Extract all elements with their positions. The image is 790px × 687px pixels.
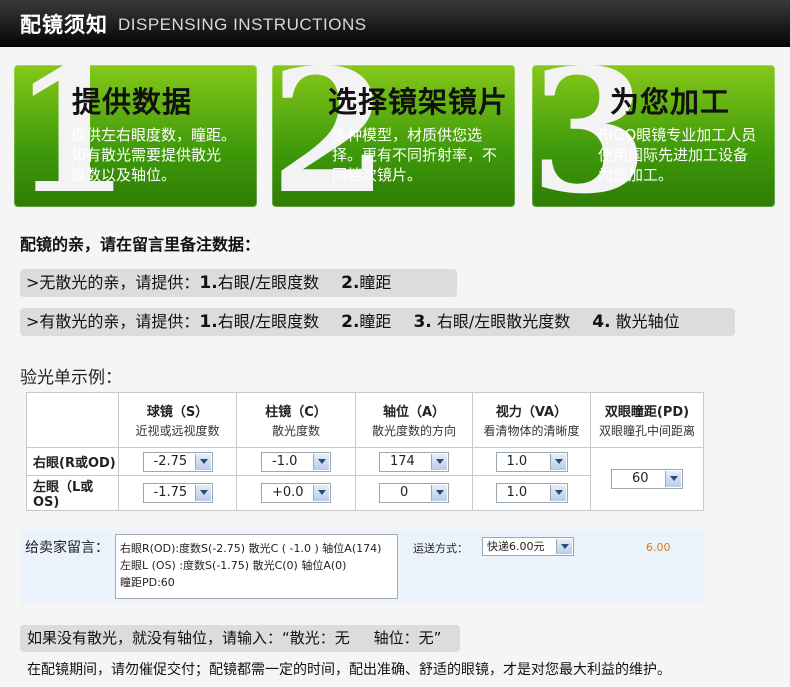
prescription-table: 球镜（S） 近视或远视度数 柱镜（C） 散光度数 轴位（A） 散光度数的方向 视力（V… xyxy=(26,392,704,511)
item-number: 4. xyxy=(592,312,611,332)
chevron-down-icon xyxy=(556,539,572,554)
instructions-title: 配镜的亲，请在留言里备注数据： xyxy=(20,235,261,254)
item-text: 右眼/左眼度数 xyxy=(217,312,320,331)
right-eye-label: 右眼(R或OD) xyxy=(26,447,119,476)
step-description: RIGO眼镜专业加工人员 使用国际先进加工设备 为您加工。 xyxy=(598,126,757,184)
header-title-en: DISPENSING INSTRUCTIONS xyxy=(118,15,367,34)
shipping-price: 6.00 xyxy=(646,541,671,554)
item-text: 右眼/左眼散光度数 xyxy=(436,312,571,331)
left-axis-select[interactable]: 0 xyxy=(379,483,449,503)
chevron-down-icon xyxy=(194,453,211,470)
page-header: 配镜须知 DISPENSING INSTRUCTIONS xyxy=(0,0,790,47)
header-axis: 轴位（A） 散光度数的方向 xyxy=(355,392,473,448)
seller-message-panel: 给卖家留言： 右眼R(OD):度数S(-2.75) 散光C ( -1.0 ) 轴… xyxy=(20,530,704,604)
chevron-down-icon xyxy=(549,485,566,501)
no-astigmatism-note: 如果没有散光，就没有轴位，请输入：“散光：无 轴位：无” xyxy=(20,625,460,652)
left-eye-label: 左眼（L或OS) xyxy=(26,475,119,511)
pd-select[interactable]: 60 xyxy=(611,469,683,489)
step-card-1: 1 提供数据 提供左右眼度数，瞳距。 如有散光需要提供散光 度数以及轴位。 xyxy=(14,65,257,207)
item-text: 散光轴位 xyxy=(615,312,680,331)
footer-notice: 在配镜期间，请勿催促交付；配镜都需一定的时间，配出准确、舒适的眼镜，才是对您最大… xyxy=(27,662,671,678)
chevron-down-icon xyxy=(194,485,211,501)
astigmatism-bar: >有散光的亲，请提供：1.右眼/左眼度数 2.瞳距 3. 右眼/左眼散光度数 4. 散… xyxy=(20,308,735,336)
no-astigmatism-bar: >无散光的亲，请提供：1.右眼/左眼度数 2.瞳距 xyxy=(20,269,457,297)
bar-prefix: >无散光的亲，请提供： xyxy=(26,273,200,292)
right-sphere-select[interactable]: -2.75 xyxy=(142,451,213,472)
step-title: 为您加工 xyxy=(610,85,731,119)
chevron-down-icon xyxy=(431,485,447,501)
step-card-3: 3 为您加工 RIGO眼镜专业加工人员 使用国际先进加工设备 为您加工。 xyxy=(532,65,775,207)
item-text: 右眼/左眼度数 xyxy=(217,273,320,292)
shipping-label: 运送方式： xyxy=(413,542,468,555)
left-cylinder-select[interactable]: +0.0 xyxy=(261,483,331,503)
chevron-down-icon xyxy=(665,471,681,487)
left-va-select[interactable]: 1.0 xyxy=(495,483,568,503)
bar-prefix: >有散光的亲，请提供： xyxy=(26,312,200,331)
item-number: 2. xyxy=(341,312,360,332)
item-number: 3. xyxy=(413,312,432,332)
step-description: 提供左右眼度数，瞳距。 如有散光需要提供散光 度数以及轴位。 xyxy=(71,126,237,184)
table-corner xyxy=(26,392,119,448)
chevron-down-icon xyxy=(313,485,329,501)
shipping-select[interactable]: 快递6.00元 xyxy=(482,537,574,556)
message-label: 给卖家留言： xyxy=(25,540,109,556)
example-title: 验光单示例： xyxy=(20,368,122,388)
step-description: 多种模型，材质供您选 择。更有不同折射率，不 同档次镜片。 xyxy=(332,126,498,184)
item-number: 2. xyxy=(341,273,360,293)
chevron-down-icon xyxy=(431,453,447,470)
step-title: 提供数据 xyxy=(72,85,193,119)
item-text: 瞳距 xyxy=(359,312,392,331)
right-axis-select[interactable]: 174 xyxy=(379,451,449,472)
item-number: 1. xyxy=(199,312,218,332)
header-sphere: 球镜（S） 近视或远视度数 xyxy=(118,392,237,448)
step-title: 选择镜架镜片 xyxy=(328,85,509,119)
header-title-cn: 配镜须知 xyxy=(20,13,108,37)
header-visual-acuity: 视力（VA） 看清物体的清晰度 xyxy=(472,392,591,448)
left-sphere-select[interactable]: -1.75 xyxy=(142,483,213,503)
chevron-down-icon xyxy=(549,453,566,470)
step-card-2: 2 选择镜架镜片 多种模型，材质供您选 择。更有不同折射率，不 同档次镜片。 xyxy=(272,65,515,207)
chevron-down-icon xyxy=(313,453,329,470)
right-cylinder-select[interactable]: -1.0 xyxy=(261,451,331,472)
right-va-select[interactable]: 1.0 xyxy=(495,451,568,472)
item-text: 瞳距 xyxy=(359,273,392,292)
header-pupillary-distance: 双眼瞳距(PD) 双眼瞳孔中间距离 xyxy=(590,392,704,448)
item-number: 1. xyxy=(199,273,218,293)
message-textarea[interactable]: 右眼R(OD):度数S(-2.75) 散光C ( -1.0 ) 轴位A(174)… xyxy=(115,534,398,599)
header-cylinder: 柱镜（C） 散光度数 xyxy=(236,392,356,448)
